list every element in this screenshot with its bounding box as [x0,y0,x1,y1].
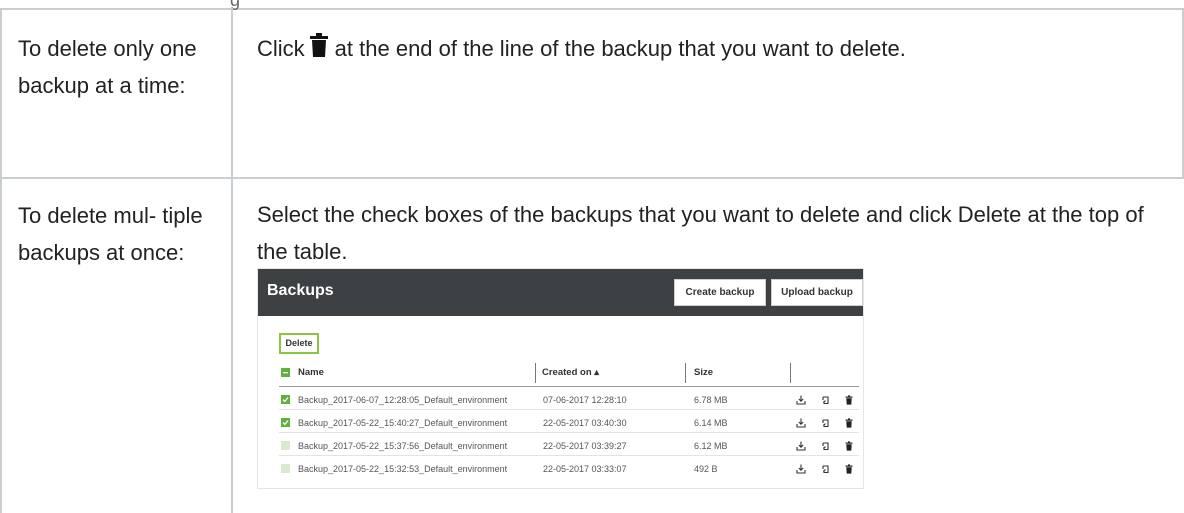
previous-heading-fragment: g [230,0,241,10]
row1-label: To delete only one backup at a time: [18,36,197,98]
download-icon[interactable] [796,441,806,451]
row-checkbox[interactable] [281,395,290,404]
backup-size: 6.14 MB [694,418,728,428]
create-backup-button[interactable]: Create backup [674,279,766,306]
download-icon[interactable] [796,418,806,428]
trash-icon[interactable] [844,395,854,405]
backup-created: 22-05-2017 03:40:30 [543,418,627,428]
trash-icon [309,33,328,57]
table-header-rule [279,386,859,387]
row-divider [279,455,859,456]
trash-icon[interactable] [844,464,854,474]
column-header-created[interactable]: Created on ▴ [542,363,599,383]
backup-size: 6.12 MB [694,441,728,451]
upload-backup-button[interactable]: Upload backup [771,279,863,306]
backups-screenshot: Backups Create backup Upload backup Dele… [257,268,864,489]
download-icon[interactable] [796,464,806,474]
delete-button[interactable]: Delete [279,333,319,354]
backup-name: Backup_2017-05-22_15:32:53_Default_envir… [298,464,508,474]
backup-created: 07-06-2017 12:28:10 [543,395,627,405]
trash-icon[interactable] [844,441,854,451]
table-row-divider [0,177,1184,179]
trash-icon[interactable] [844,418,854,428]
restore-icon[interactable] [821,441,831,451]
table-left-border [0,8,2,513]
row2-label: To delete mul- tiple backups at once: [18,203,203,265]
download-icon[interactable] [796,395,806,405]
column-separator [535,363,536,383]
restore-icon[interactable] [821,395,831,405]
table-top-border [0,8,1184,10]
backup-name: Backup_2017-06-07_12:28:05_Default_envir… [298,395,508,405]
backups-title: Backups [267,282,334,299]
table-column-divider [231,8,233,513]
backup-size: 492 B [694,464,718,474]
restore-icon[interactable] [821,418,831,428]
backup-name: Backup_2017-05-22_15:40:27_Default_envir… [298,418,508,428]
row-checkbox[interactable] [281,441,290,450]
backup-name: Backup_2017-05-22_15:37:56_Default_envir… [298,441,508,451]
row2-text-bold: Delete [957,202,1022,227]
restore-icon[interactable] [821,464,831,474]
row-checkbox[interactable] [281,464,290,473]
row-divider [279,432,859,433]
column-separator [685,363,686,383]
backup-created: 22-05-2017 03:33:07 [543,464,627,474]
column-header-size[interactable]: Size [694,363,713,383]
backups-header-bar: Backups Create backup Upload backup [258,269,863,316]
backup-created: 22-05-2017 03:39:27 [543,441,627,451]
row1-instruction: Click at the end of the line of the backu… [257,30,1157,67]
backup-size: 6.78 MB [694,395,728,405]
row2-instruction: Select the check boxes of the backups th… [257,196,1172,270]
row-divider [279,409,859,410]
select-all-checkbox[interactable] [281,368,290,377]
row-checkbox[interactable] [281,418,290,427]
row1-text-before: Click [257,36,305,61]
row2-text-before: Select the check boxes of the backups th… [257,202,952,227]
column-separator [790,363,791,383]
column-header-name[interactable]: Name [298,363,324,383]
row1-text-after: at the end of the line of the backup tha… [334,36,906,61]
